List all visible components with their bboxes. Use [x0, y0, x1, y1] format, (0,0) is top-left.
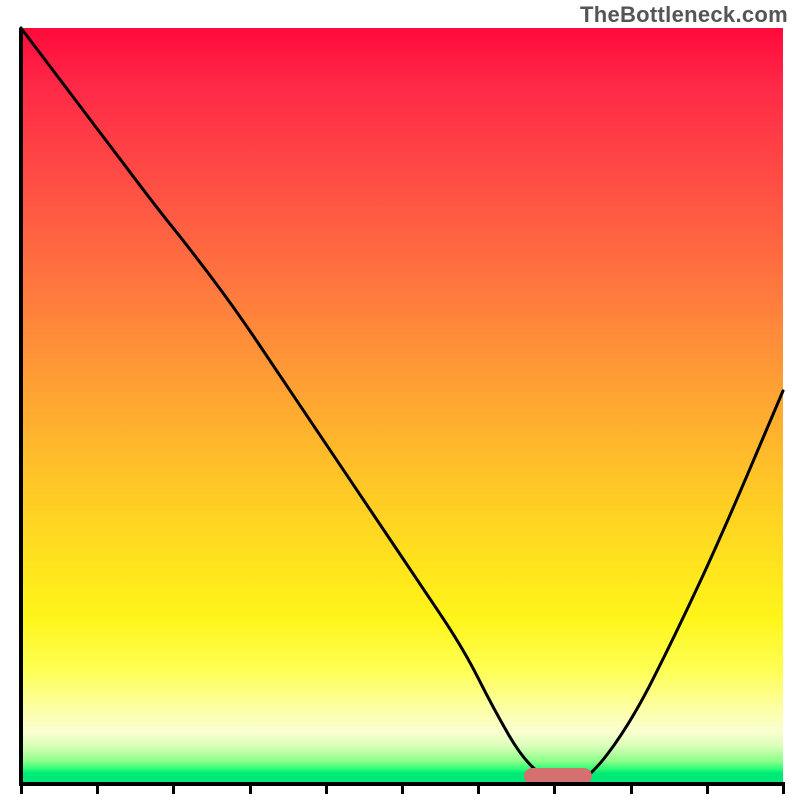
x-tick [401, 784, 404, 794]
y-axis [19, 28, 23, 784]
x-tick [553, 784, 556, 794]
x-tick [20, 784, 23, 794]
plot-area [21, 28, 783, 784]
chart-root: TheBottleneck.com [0, 0, 800, 800]
x-tick [477, 784, 480, 794]
x-tick [325, 784, 328, 794]
x-tick [706, 784, 709, 794]
bottleneck-curve-path [21, 28, 783, 784]
x-tick [249, 784, 252, 794]
watermark-text: TheBottleneck.com [580, 2, 788, 28]
x-tick [630, 784, 633, 794]
x-tick [96, 784, 99, 794]
x-tick [172, 784, 175, 794]
curve-layer [21, 28, 783, 784]
x-tick [782, 784, 785, 794]
